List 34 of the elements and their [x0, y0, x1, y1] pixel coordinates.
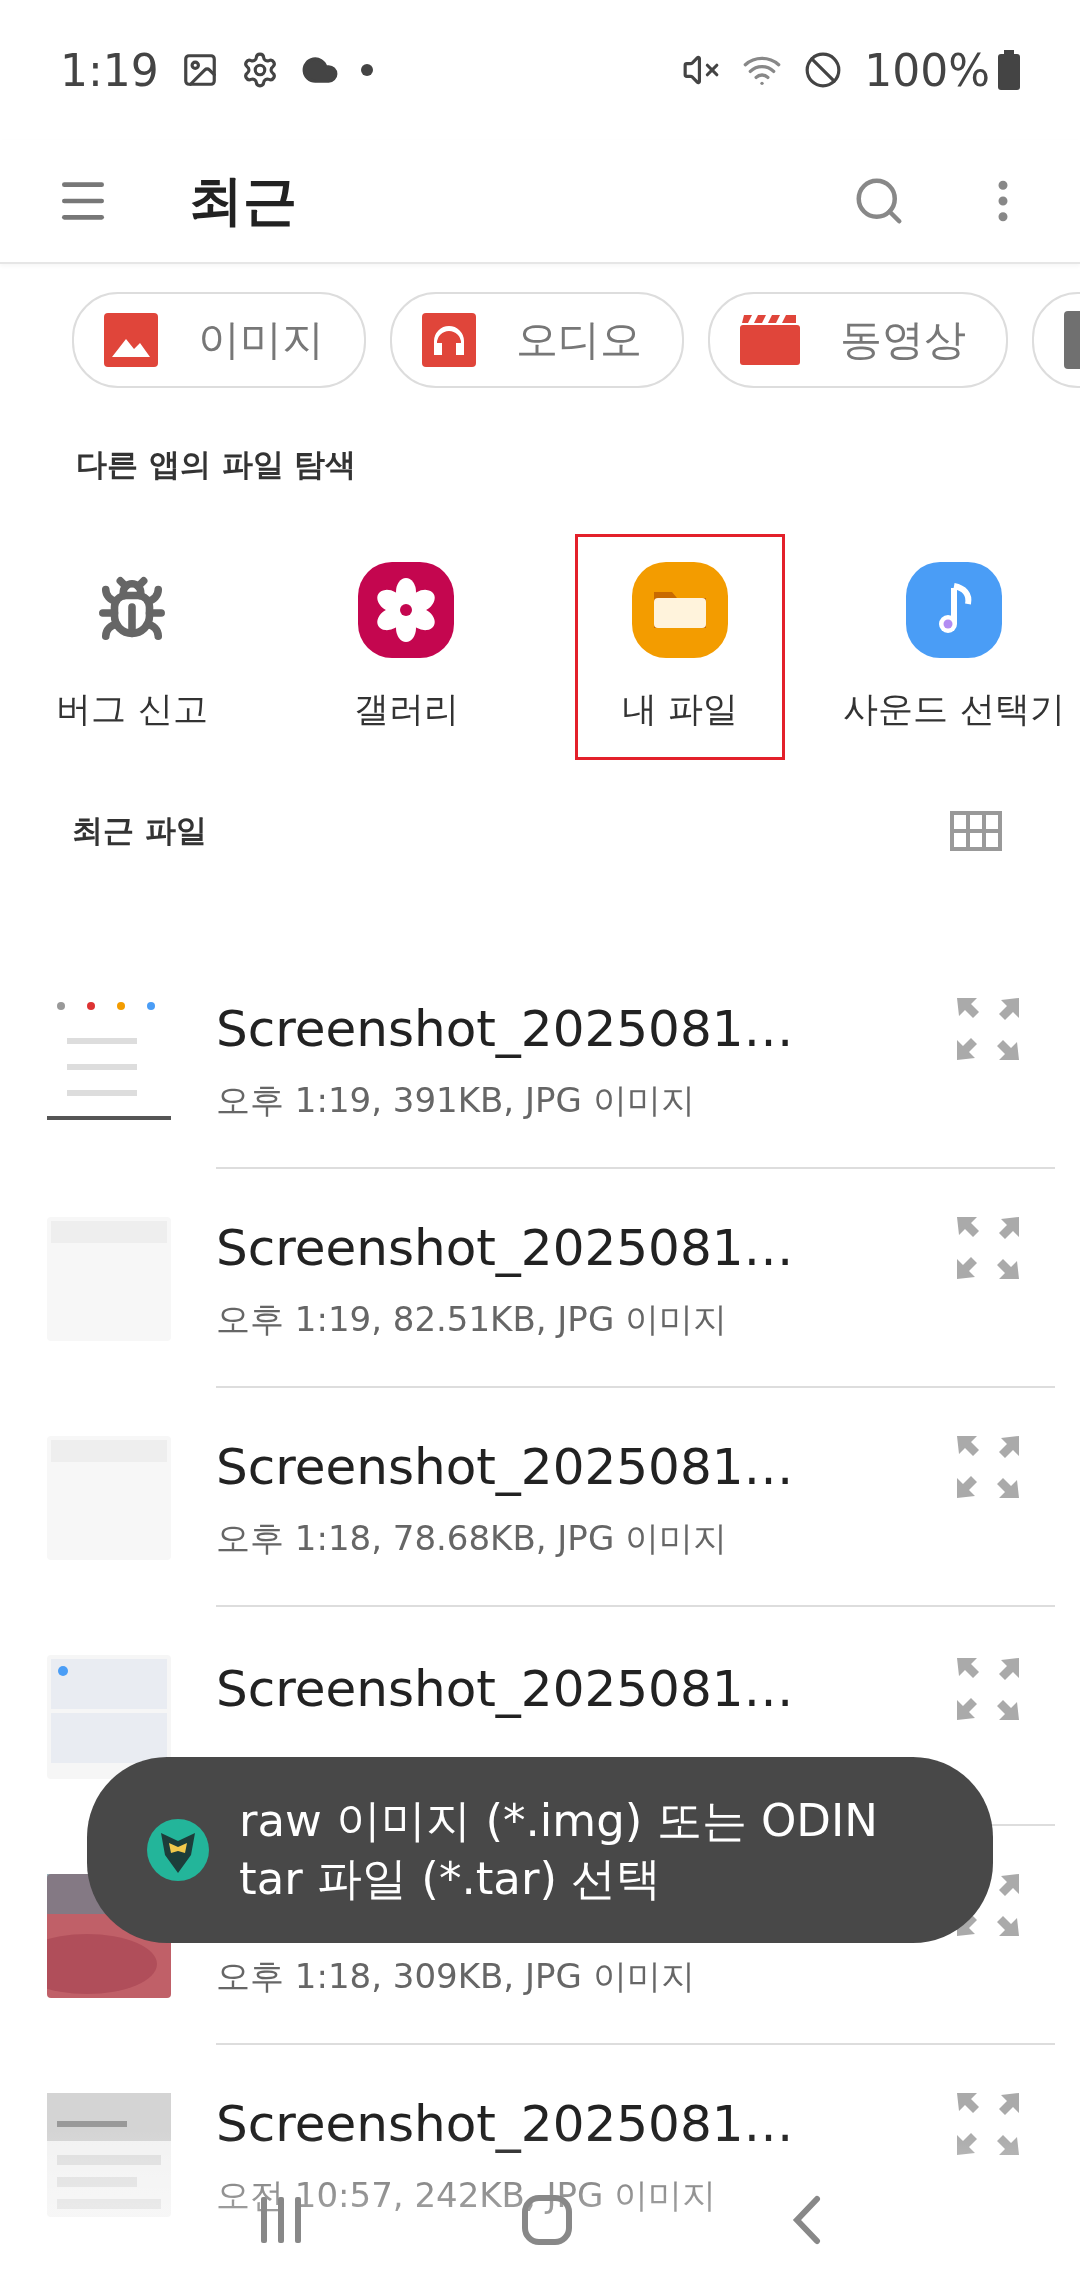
file-details: 오후 1:18, 309KB, JPG 이미지 — [216, 1954, 696, 1998]
music-note-icon — [906, 561, 1002, 658]
folder-icon — [632, 561, 728, 658]
status-time: 1:19 — [60, 44, 159, 96]
section-heading: 최근 파일 — [72, 811, 207, 850]
battery-icon — [998, 50, 1020, 90]
file-name: Screenshot_2025081… — [216, 1437, 795, 1496]
file-name: Screenshot_2025081… — [216, 1659, 795, 1718]
app-shortcut[interactable]: 갤러리 — [269, 534, 543, 760]
app-shortcut[interactable]: 내 파일 — [575, 534, 785, 760]
toast: raw 이미지 (*.img) 또는 ODIN tar 파일 (*.tar) 선택 — [87, 1757, 993, 1943]
grid-view-icon[interactable] — [950, 811, 1002, 851]
blocked-icon — [804, 51, 843, 89]
section-heading: 다른 앱의 파일 탐색 — [76, 446, 357, 482]
image-icon — [104, 313, 158, 367]
clapperboard-icon — [740, 315, 800, 365]
file-name: Screenshot_2025081… — [216, 1218, 795, 1277]
back-icon[interactable] — [790, 2195, 821, 2245]
file-name: Screenshot_2025081… — [216, 2094, 795, 2153]
app-shortcut[interactable]: 사운드 선택기 — [817, 534, 1080, 760]
file-details: 오후 1:18, 78.68KB, JPG 이미지 — [216, 1516, 729, 1560]
screen-title: 최근 — [189, 167, 298, 234]
file-name: Screenshot_2025081… — [216, 999, 795, 1058]
file-details: 오후 1:19, 82.51KB, JPG 이미지 — [216, 1297, 729, 1341]
app-shortcut[interactable]: 버그 신고 — [0, 534, 269, 760]
mask-icon — [147, 1819, 209, 1881]
category-chip[interactable]: 오디오 — [390, 292, 684, 388]
headphones-icon — [422, 313, 476, 367]
flower-icon — [358, 561, 454, 658]
category-chip[interactable]: 이미지 — [72, 292, 366, 388]
dot-icon — [360, 64, 373, 76]
category-chip[interactable]: 동영상 — [708, 292, 1008, 388]
file-details: 오후 1:19, 391KB, JPG 이미지 — [216, 1078, 696, 1122]
battery-percent: 100% — [864, 44, 990, 96]
